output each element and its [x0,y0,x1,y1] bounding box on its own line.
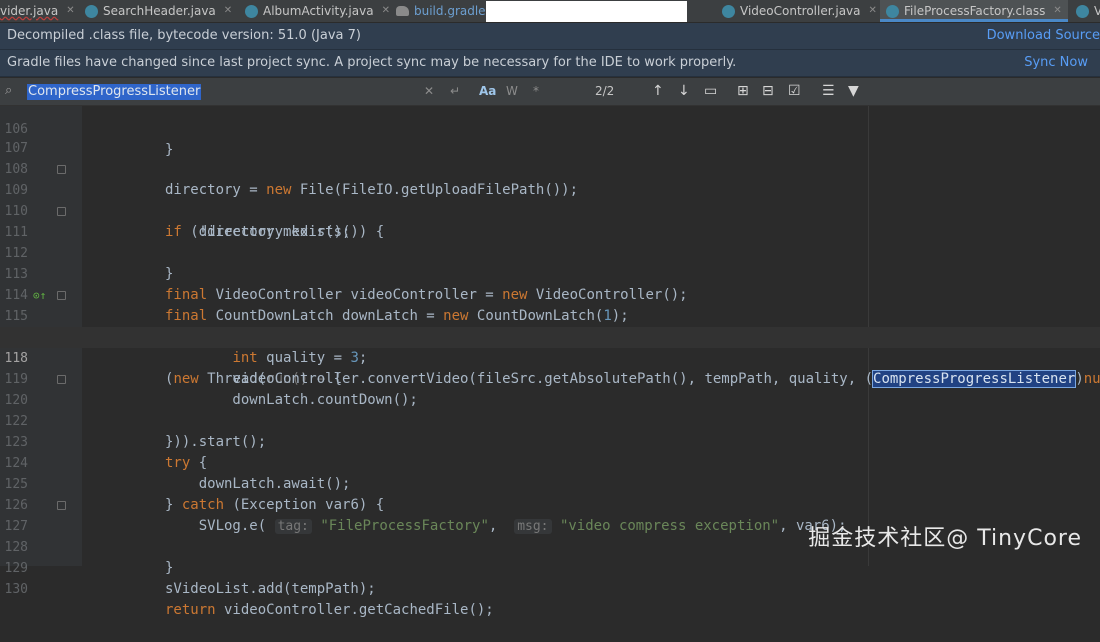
previous-occurrence-icon[interactable]: ↑ [652,83,664,99]
editor-tab-bar: vider.java ✕ SearchHeader.java ✕ AlbumAc… [0,0,1100,23]
class-icon [245,4,258,18]
tab-build-gradle[interactable]: build.gradle [396,0,486,22]
add-occurrence-icon[interactable]: ⊞ [737,83,749,99]
newline-icon[interactable]: ↵ [450,83,460,99]
code-line: 123 try { [0,411,1100,471]
code-line: 115 ⊙↑ (new Thread(run() → { [0,285,1100,387]
class-icon [886,4,899,18]
close-icon[interactable]: ✕ [869,0,877,22]
code-line: 127 } [0,495,1100,576]
tab-label: SearchHeader.java [103,4,216,18]
close-icon[interactable]: ✕ [382,0,390,22]
close-icon[interactable]: ✕ [1053,0,1061,22]
tab-vider-java[interactable]: vider.java ✕ [0,0,75,22]
class-icon [722,4,735,18]
tab-label: FileProcessFactory.class [904,4,1046,18]
code-line: 111 } [0,201,1100,282]
remove-occurrence-icon[interactable]: ⊟ [762,83,774,99]
tab-album-activity[interactable]: AlbumActivity.java ✕ [245,0,390,22]
clear-icon[interactable]: ✕ [424,83,434,99]
fold-icon[interactable] [57,291,66,300]
code-line: 117 int quality = 3; [0,306,1100,366]
words-toggle[interactable]: W [506,83,518,99]
sync-now-link[interactable]: Sync Now [1024,50,1088,76]
regex-toggle[interactable]: * [533,83,539,99]
tab-label: AlbumActivity.java [263,4,374,18]
code-line: 125 } catch (Exception var6) { [0,453,1100,513]
code-line: 114 final CountDownLatch downLatch = new… [0,264,1100,324]
code-line: 122 [0,390,1100,429]
close-icon[interactable]: ✕ [224,0,232,22]
code-line: 124 downLatch.await(); [0,432,1100,492]
code-line: 113 final VideoController videoControlle… [0,243,1100,303]
match-case-toggle[interactable]: Aa [479,83,496,99]
code-line: 110 directory.mkdir(); [0,180,1100,240]
funnel-icon[interactable]: ▼ [848,83,859,99]
filter-options-icon[interactable]: ☰ [822,83,835,99]
code-line: 112 [0,222,1100,261]
next-occurrence-icon[interactable]: ↓ [678,83,690,99]
run-gutter-icon[interactable]: ⊙↑ [33,285,46,306]
fold-icon[interactable] [57,207,66,216]
select-all-occurrences-icon[interactable]: ☑ [788,83,801,99]
select-all-icon[interactable]: ▭ [704,83,717,99]
match-counter: 2/2 [595,84,615,98]
code-line: 108 directory = new File(FileIO.getUploa… [0,138,1100,198]
close-icon[interactable]: ✕ [66,0,74,22]
class-icon [85,4,98,18]
code-line: 109 if (!directory.exists()) { [0,159,1100,240]
banner-message: Gradle files have changed since last pro… [7,55,737,70]
redacted-area [486,1,687,22]
code-line-current: 118 videoController.convertVideo(fileSrc… [0,327,1100,388]
code-line: 106 } [0,98,1100,158]
gradle-icon [396,6,409,16]
tab-label: V [1094,0,1100,22]
fold-icon[interactable] [57,375,66,384]
download-source-link[interactable]: Download Source [987,23,1100,49]
gradle-sync-banner: Gradle files have changed since last pro… [0,50,1100,77]
tab-search-header[interactable]: SearchHeader.java ✕ [85,0,232,22]
tab-label: build.gradle [414,4,486,18]
tab-overflow[interactable]: V [1076,0,1100,22]
tab-video-controller[interactable]: VideoController.java ✕ [722,0,877,22]
tab-label: vider.java [0,4,59,18]
code-line: 120 })).start(); [0,369,1100,450]
line-number: 130 [4,582,28,597]
tab-file-process-factory[interactable]: FileProcessFactory.class ✕ [880,0,1068,22]
decompiled-banner: Decompiled .class file, bytecode version… [0,23,1100,50]
fold-icon[interactable] [57,501,66,510]
tab-label: VideoController.java [740,4,861,18]
code-line: 130 return videoController.getCachedFile… [0,558,1100,618]
fold-icon[interactable] [57,165,66,174]
code-line: 119 downLatch.countDown(); [0,348,1100,408]
code-editor[interactable]: 106 } 107 108 directory = new File(FileI… [0,106,1100,618]
code-line: 107 [0,117,1100,156]
class-icon [1076,4,1089,18]
code-line: 126 SVLog.e( tag: "FileProcessFactory", … [0,474,1100,534]
banner-message: Decompiled .class file, bytecode version… [7,28,361,43]
watermark: 掘金技术社区@ TinyCore [808,526,1082,551]
search-icon[interactable]: ⌕ [5,83,12,98]
